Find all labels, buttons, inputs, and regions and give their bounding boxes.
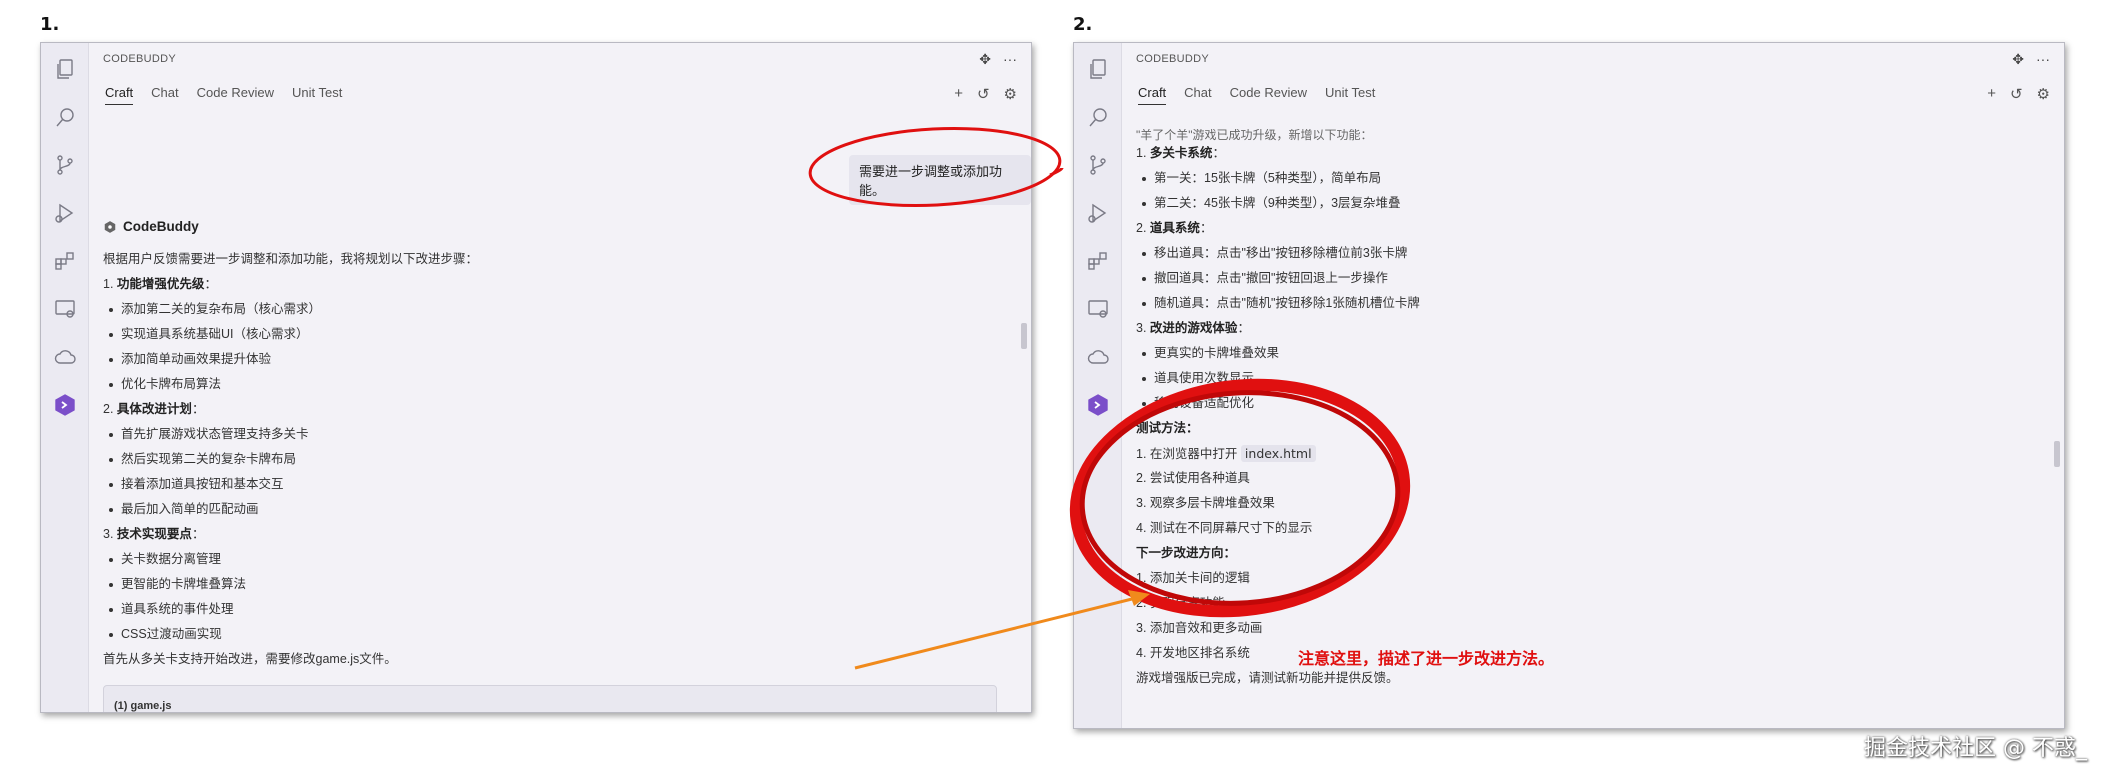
layout-icon[interactable]: ✥ xyxy=(979,51,991,68)
settings-gear-icon[interactable]: ⚙ xyxy=(1004,85,1017,103)
tab-craft[interactable]: Craft xyxy=(1138,85,1167,105)
list-item: 随机道具：点击"随机"按钮移除1张随机槽位卡牌 xyxy=(1136,291,2046,316)
list-item: 道具使用次数显示 xyxy=(1136,366,2046,391)
red-circle-tail xyxy=(1049,167,1064,177)
test-methods-heading: 测试方法： xyxy=(1136,421,1199,435)
tab-code-review[interactable]: Code Review xyxy=(1230,85,1307,105)
section-heading: 2. 具体改进计划： xyxy=(103,402,205,416)
new-chat-icon[interactable]: + xyxy=(954,85,963,103)
next-step: 4. 开发地区排名系统 xyxy=(1136,646,1250,660)
user-message-bubble: 需要进一步调整或添加功能。 xyxy=(849,155,1031,205)
section-heading: 1. 多关卡系统： xyxy=(1136,146,1225,160)
section-heading: 3. 改进的游戏体验： xyxy=(1136,321,1250,335)
search-icon[interactable] xyxy=(53,105,77,129)
list-item: 优化卡牌布局算法 xyxy=(103,372,1013,397)
list-item: 最后加入简单的匹配动画 xyxy=(103,497,1013,522)
response-closing: 首先从多关卡支持开始改进，需要修改game.js文件。 xyxy=(103,652,397,666)
codebuddy-logo-icon[interactable] xyxy=(1086,393,1110,417)
next-step: 3. 添加音效和更多动画 xyxy=(1136,621,1263,635)
tab-chat[interactable]: Chat xyxy=(1184,85,1211,105)
section-heading: 2. 道具系统： xyxy=(1136,221,1213,235)
test-step: 1. 在浏览器中打开 index.html xyxy=(1136,441,2046,466)
agent-name: CodeBuddy xyxy=(123,219,199,234)
settings-gear-icon[interactable]: ⚙ xyxy=(2037,85,2050,103)
code-file-name: (1) game.js xyxy=(114,700,172,712)
history-icon[interactable]: ↺ xyxy=(2010,85,2023,103)
cloud-icon[interactable] xyxy=(53,345,77,369)
tab-unit-test[interactable]: Unit Test xyxy=(292,85,342,105)
list-item: 关卡数据分离管理 xyxy=(103,547,1013,572)
scrollbar-thumb[interactable] xyxy=(2054,441,2060,467)
explorer-icon[interactable] xyxy=(53,57,77,81)
codebuddy-avatar-icon xyxy=(104,220,116,233)
response-intro: 根据用户反馈需要进一步调整和添加功能，我将规划以下改进步骤： xyxy=(103,252,479,266)
section-heading: 3. 技术实现要点： xyxy=(103,527,205,541)
codebuddy-panel: CODEBUDDY ✥ ··· Craft Chat Code Review Un… xyxy=(89,43,1031,712)
list-item: 第一关：15张卡牌（5种类型），简单布局 xyxy=(1136,166,2046,191)
codebuddy-window-2: CODEBUDDY ✥ ··· Craft Chat Code Review Un… xyxy=(1073,42,2065,729)
list-item: 更智能的卡牌堆叠算法 xyxy=(103,572,1013,597)
remote-explorer-icon[interactable] xyxy=(53,297,77,321)
remote-explorer-icon[interactable] xyxy=(1086,297,1110,321)
list-item: CSS过渡动画实现 xyxy=(103,622,1013,647)
extensions-icon[interactable] xyxy=(1086,249,1110,273)
list-item: 接着添加道具按钮和基本交互 xyxy=(103,472,1013,497)
list-item: 然后实现第二关的复杂卡牌布局 xyxy=(103,447,1013,472)
step-label-2: 2. xyxy=(1073,14,1093,35)
run-debug-icon[interactable] xyxy=(1086,201,1110,225)
test-step: 2. 尝试使用各种道具 xyxy=(1136,471,1250,485)
layout-icon[interactable]: ✥ xyxy=(2012,51,2024,68)
source-control-icon[interactable] xyxy=(53,153,77,177)
next-step: 1. 添加关卡间的逻辑 xyxy=(1136,571,1250,585)
more-icon[interactable]: ··· xyxy=(1003,51,1017,68)
tab-craft[interactable]: Craft xyxy=(105,85,134,105)
activity-bar xyxy=(41,43,89,712)
list-item: 添加第二关的复杂布局（核心需求） xyxy=(103,297,1013,322)
inline-code: index.html xyxy=(1240,445,1316,462)
history-icon[interactable]: ↺ xyxy=(977,85,990,103)
test-step: 3. 观察多层卡牌堆叠效果 xyxy=(1136,496,1275,510)
codebuddy-window-1: CODEBUDDY ✥ ··· Craft Chat Code Review Un… xyxy=(40,42,1032,713)
next-step: 2. 实现分享功能 xyxy=(1136,596,1225,610)
final-message: 游戏增强版已完成，请测试新功能并提供反馈。 xyxy=(1136,671,1399,685)
list-item: 第二关：45张卡牌（9种类型），3层复杂堆叠 xyxy=(1136,191,2046,216)
codebuddy-panel: CODEBUDDY ✥ ··· Craft Chat Code Review Un… xyxy=(1122,43,2064,728)
panel-title: CODEBUDDY xyxy=(103,53,176,65)
list-item: 移出道具：点击"移出"按钮移除槽位前3张卡牌 xyxy=(1136,241,2046,266)
tab-chat[interactable]: Chat xyxy=(151,85,178,105)
panel-title: CODEBUDDY xyxy=(1136,53,1209,65)
next-steps-heading: 下一步改进方向： xyxy=(1136,546,1237,560)
annotation-note: 注意这里，描述了进一步改进方法。 xyxy=(1298,649,1555,668)
step-label-1: 1. xyxy=(40,14,60,35)
cloud-icon[interactable] xyxy=(1086,345,1110,369)
scrollbar-thumb[interactable] xyxy=(1021,323,1027,349)
codebuddy-logo-icon[interactable] xyxy=(53,393,77,417)
extensions-icon[interactable] xyxy=(53,249,77,273)
more-icon[interactable]: ··· xyxy=(2036,51,2050,68)
code-block[interactable]: (1) game.js xyxy=(103,685,997,712)
list-item: 移动设备适配优化 xyxy=(1136,391,2046,416)
list-item: 道具系统的事件处理 xyxy=(103,597,1013,622)
test-step: 4. 测试在不同屏幕尺寸下的显示 xyxy=(1136,521,1313,535)
list-item: 添加简单动画效果提升体验 xyxy=(103,347,1013,372)
activity-bar xyxy=(1074,43,1122,728)
section-heading: 1. 功能增强优先级： xyxy=(103,277,217,291)
agent-response: "羊了个羊"游戏已成功升级，新增以下功能： 1. 多关卡系统： 第一关：15张卡… xyxy=(1136,129,2046,728)
search-icon[interactable] xyxy=(1086,105,1110,129)
partial-summary-line: "羊了个羊"游戏已成功升级，新增以下功能： xyxy=(1136,129,1373,141)
agent-response: 根据用户反馈需要进一步调整和添加功能，我将规划以下改进步骤： 1. 功能增强优先… xyxy=(103,247,1013,672)
list-item: 实现道具系统基础UI（核心需求） xyxy=(103,322,1013,347)
explorer-icon[interactable] xyxy=(1086,57,1110,81)
list-item: 撤回道具：点击"撤回"按钮回退上一步操作 xyxy=(1136,266,2046,291)
new-chat-icon[interactable]: + xyxy=(1987,85,1996,103)
agent-header: CodeBuddy xyxy=(103,219,199,234)
list-item: 首先扩展游戏状态管理支持多关卡 xyxy=(103,422,1013,447)
run-debug-icon[interactable] xyxy=(53,201,77,225)
tab-unit-test[interactable]: Unit Test xyxy=(1325,85,1375,105)
watermark: 掘金技术社区 @ 不惑_ xyxy=(1864,736,2087,761)
tab-code-review[interactable]: Code Review xyxy=(197,85,274,105)
list-item: 更真实的卡牌堆叠效果 xyxy=(1136,341,2046,366)
source-control-icon[interactable] xyxy=(1086,153,1110,177)
